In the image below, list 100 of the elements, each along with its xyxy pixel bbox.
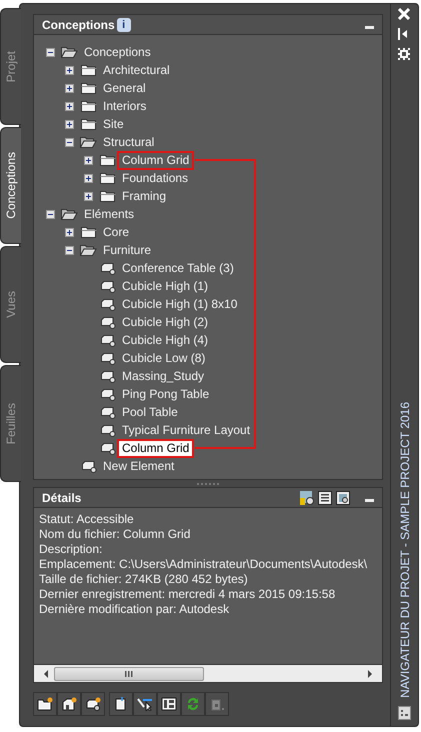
panel-title: Conceptions: [42, 16, 115, 34]
collapse-icon[interactable]: [46, 48, 55, 56]
layout-button[interactable]: [157, 692, 181, 716]
open-folder-icon: [61, 46, 78, 58]
element-icon: [100, 298, 116, 310]
panel-title: Détails: [42, 490, 82, 506]
detail-text: Nom du fichier: Column Grid: [38, 527, 192, 542]
minimize-icon: [364, 498, 374, 502]
element-icon: [100, 352, 116, 364]
tree-item[interactable]: Cubicle High (2): [117, 312, 214, 332]
expand-icon[interactable]: [65, 66, 74, 74]
tree-item[interactable]: Foundations: [117, 168, 194, 188]
scroll-left-icon[interactable]: [42, 668, 50, 678]
settings-icon: [398, 48, 410, 60]
detail-text: Emplacement: C:\Users\Administrateur\Documents\Autodesk\: [38, 557, 368, 572]
collapse-icon[interactable]: [46, 210, 55, 218]
layout-icon: [161, 697, 177, 711]
tree-item[interactable]: Pool Table: [117, 402, 183, 422]
tree-item[interactable]: Cubicle Low (8): [117, 348, 210, 368]
folder-icon: [100, 154, 116, 166]
folder-icon: [100, 190, 116, 202]
element-icon: [100, 262, 116, 274]
element-icon: [100, 406, 116, 418]
pointer-icon: [137, 697, 153, 711]
expand-icon[interactable]: [65, 102, 74, 110]
tree-item[interactable]: Typical Furniture Layout: [117, 420, 256, 440]
folder-icon: [80, 64, 96, 76]
scroll-right-icon[interactable]: [366, 668, 374, 678]
list-view-icon[interactable]: [318, 490, 332, 504]
info-icon[interactable]: i: [116, 18, 131, 32]
new-folder-button[interactable]: [33, 692, 57, 716]
folder-icon: [80, 82, 96, 94]
folder-icon: [37, 697, 53, 711]
scrollbar-thumb[interactable]: [54, 667, 204, 681]
collapse-icon[interactable]: [65, 138, 74, 146]
properties-icon[interactable]: [398, 706, 411, 720]
open-folder-icon: [80, 136, 97, 148]
tree-item[interactable]: Framing: [117, 186, 172, 206]
new-element-button[interactable]: [81, 692, 105, 716]
refresh-button[interactable]: [181, 692, 205, 716]
tree-item[interactable]: Eléments: [79, 204, 140, 224]
settings-button[interactable]: [398, 48, 412, 62]
side-tab[interactable]: Vues: [0, 246, 21, 363]
palette-title: NAVIGATEUR DU PROJET - SAMPLE PROJECT 2016: [396, 402, 412, 698]
folder-icon: [80, 226, 96, 238]
tree-item[interactable]: Column Grid: [117, 438, 194, 458]
open-folder-icon: [80, 244, 97, 256]
side-tab[interactable]: Projet: [0, 8, 21, 125]
expand-icon[interactable]: [65, 228, 74, 236]
tag-icon: [209, 697, 225, 711]
element-icon: [100, 280, 116, 292]
open-folder-icon: [61, 208, 78, 220]
expand-icon[interactable]: [84, 156, 93, 164]
image-view-icon[interactable]: [336, 490, 350, 504]
element-icon: [100, 388, 116, 400]
minimize-icon: [364, 26, 374, 29]
tree-item[interactable]: Cubicle High (4): [117, 330, 214, 350]
expand-icon[interactable]: [65, 120, 74, 128]
close-button[interactable]: [398, 8, 412, 22]
pin-icon: [398, 28, 408, 40]
element-icon: [100, 424, 116, 436]
copy-button[interactable]: [109, 692, 133, 716]
tree-item[interactable]: Ping Pong Table: [117, 384, 214, 404]
folder-icon: [80, 100, 96, 112]
tree-item[interactable]: Structural: [98, 132, 160, 152]
tree-item[interactable]: Column Grid: [117, 150, 194, 170]
horizontal-scrollbar[interactable]: [34, 664, 382, 682]
tree-item[interactable]: General: [98, 78, 151, 98]
tree-item[interactable]: Core: [98, 222, 134, 242]
tree-item[interactable]: New Element: [98, 456, 180, 476]
tree-item[interactable]: Conceptions: [79, 42, 156, 62]
expand-icon[interactable]: [84, 174, 93, 182]
element-icon: [80, 460, 96, 472]
new-building-button[interactable]: [57, 692, 81, 716]
side-tab[interactable]: Conceptions: [0, 127, 21, 244]
element-icon: [100, 316, 116, 328]
tree-item[interactable]: Cubicle High (1): [117, 276, 214, 296]
tree-item[interactable]: Conference Table (3): [117, 258, 239, 278]
detail-text: Dernier enregistrement: mercredi 4 mars 2015 09:15:58: [38, 587, 336, 602]
expand-icon[interactable]: [84, 192, 93, 200]
detail-text: Taille de fichier: 274KB (280 452 bytes): [38, 572, 249, 587]
detail-text: Description:: [38, 542, 104, 557]
tree-item[interactable]: Interiors: [98, 96, 152, 116]
building-icon: [61, 697, 77, 711]
tree-item[interactable]: Furniture: [98, 240, 156, 260]
element-icon: [100, 442, 116, 454]
element-icon: [85, 697, 101, 711]
detail-text: Statut: Accessible: [38, 512, 135, 527]
select-button[interactable]: [133, 692, 157, 716]
tree-item[interactable]: Site: [98, 114, 129, 134]
tree-item[interactable]: Architectural: [98, 60, 175, 80]
tree-item[interactable]: Massing_Study: [117, 366, 210, 386]
folder-icon: [80, 118, 96, 130]
close-icon: [398, 8, 410, 20]
collapse-icon[interactable]: [65, 246, 74, 254]
expand-icon[interactable]: [65, 84, 74, 92]
preview-icon[interactable]: [300, 490, 314, 504]
tree-item[interactable]: Cubicle High (1) 8x10: [117, 294, 242, 314]
folder-icon: [100, 172, 116, 184]
side-tab[interactable]: Feuilles: [0, 365, 21, 482]
